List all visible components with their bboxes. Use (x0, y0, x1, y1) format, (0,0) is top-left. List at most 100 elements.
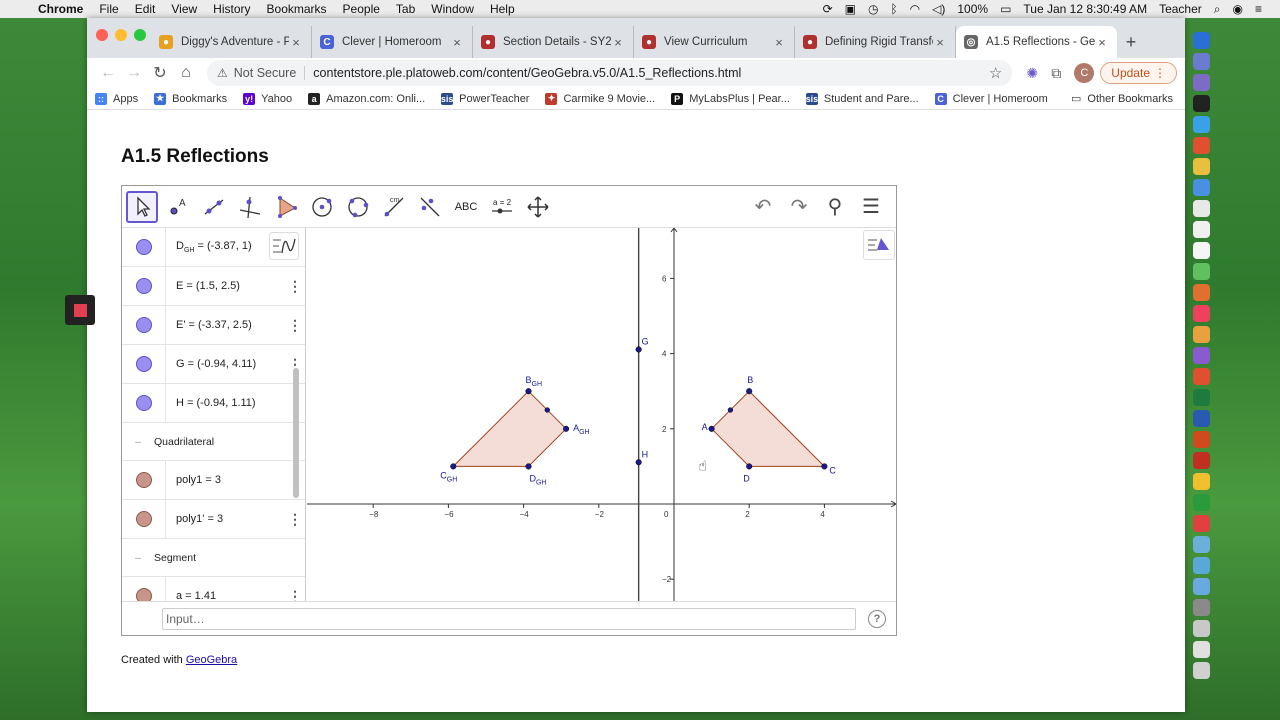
close-window-button[interactable] (96, 29, 108, 41)
dock-app-icon[interactable] (1192, 116, 1210, 133)
collapse-icon[interactable]: – (122, 436, 154, 448)
more-options-icon[interactable]: ⋮ (285, 278, 305, 295)
algebra-scrollbar[interactable] (293, 368, 299, 498)
visibility-toggle[interactable] (122, 228, 166, 267)
dock-app-icon[interactable] (1192, 368, 1210, 385)
bookmark-item[interactable]: P MyLabsPlus | Pear... (671, 92, 790, 105)
polygon-tool[interactable] (270, 191, 302, 223)
algebra-expression[interactable]: poly1 = 3 (166, 474, 285, 486)
reflect-tool[interactable] (414, 191, 446, 223)
algebra-row[interactable]: E = (1.5, 2.5) ⋮ (122, 266, 305, 306)
zoom-window-button[interactable] (134, 29, 146, 41)
browser-tab[interactable]: ● Section Details - SY20- × (473, 26, 634, 58)
geogebra-link[interactable]: GeoGebra (186, 654, 237, 666)
dock-app-icon[interactable] (1192, 263, 1210, 280)
text-tool[interactable]: ABC (450, 191, 482, 223)
dock-app-icon[interactable] (1192, 410, 1210, 427)
user-name[interactable]: Teacher (1153, 2, 1208, 16)
dock-app-icon[interactable] (1192, 641, 1210, 658)
tab-close-icon[interactable]: × (289, 35, 303, 50)
dock-app-icon[interactable] (1192, 536, 1210, 553)
minimize-window-button[interactable] (115, 29, 127, 41)
dock-app-icon[interactable] (1192, 620, 1210, 637)
visibility-toggle[interactable] (122, 305, 166, 345)
algebra-expression[interactable]: H = (-0.94, 1.11) (166, 397, 285, 409)
home-button[interactable]: ⌂ (173, 64, 199, 82)
redo-icon[interactable]: ↷ (786, 194, 812, 219)
dock-app-icon[interactable] (1192, 347, 1210, 364)
collapse-icon[interactable]: – (122, 552, 154, 564)
url-text[interactable]: contentstore.ple.platoweb.com/content/Ge… (313, 66, 989, 80)
dock-app-icon[interactable] (1192, 242, 1210, 259)
browser-tab[interactable]: ● Diggy's Adventure - Pixe× (151, 26, 312, 58)
more-options-icon[interactable]: ⋮ (285, 588, 305, 602)
dock-app-icon[interactable] (1192, 74, 1210, 91)
menu-help[interactable]: Help (482, 2, 523, 16)
extension-gear-icon[interactable]: ✺ (1020, 65, 1044, 82)
siri-icon[interactable]: ◉ (1227, 2, 1249, 16)
tab-close-icon[interactable]: × (450, 35, 464, 50)
algebra-row[interactable]: G = (-0.94, 4.11) ⋮ (122, 344, 305, 384)
display-icon[interactable]: ▣ (839, 2, 862, 16)
circle-tool[interactable] (306, 191, 338, 223)
algebra-expression[interactable]: poly1' = 3 (166, 513, 285, 525)
menu-file[interactable]: File (91, 2, 126, 16)
more-options-icon[interactable]: ⋮ (285, 511, 305, 528)
battery-icon[interactable]: ▭ (994, 2, 1017, 16)
visibility-toggle[interactable] (122, 499, 166, 539)
other-bookmarks[interactable]: ▭ Other Bookmarks (1071, 92, 1173, 106)
dock-app-icon[interactable] (1192, 32, 1210, 49)
algebra-row[interactable]: H = (-0.94, 1.11)⋮ (122, 383, 305, 423)
menu-tab[interactable]: Tab (388, 2, 423, 16)
wifi-icon[interactable]: ◠ (904, 2, 926, 16)
warning-icon[interactable]: ⚠ (217, 66, 228, 80)
dock-app-icon[interactable] (1192, 578, 1210, 595)
dock-app-icon[interactable] (1192, 452, 1210, 469)
graphics-style-bar-icon[interactable] (863, 230, 895, 260)
dock-app-icon[interactable] (1192, 431, 1210, 448)
tab-close-icon[interactable]: × (772, 35, 786, 50)
more-options-icon[interactable]: ⋮ (285, 317, 305, 334)
visibility-toggle[interactable] (122, 460, 166, 500)
help-icon[interactable]: ? (868, 610, 886, 628)
search-icon[interactable]: ⚲ (822, 194, 848, 219)
dock-app-icon[interactable] (1192, 95, 1210, 112)
dock-app-icon[interactable] (1192, 599, 1210, 616)
perpendicular-tool[interactable] (234, 191, 266, 223)
algebra-expression[interactable]: E' = (-3.37, 2.5) (166, 319, 285, 331)
dock-app-icon[interactable] (1192, 494, 1210, 511)
back-button[interactable]: ← (95, 64, 121, 82)
bookmark-item[interactable]: a Amazon.com: Onli... (308, 92, 425, 105)
graphics-view[interactable]: −8 −6 −4 −2 0 2 4 6 4 2 −2 A B C D AGH BGH CGH DGH G H ☝ (307, 227, 896, 601)
slider-tool[interactable]: a = 2 (486, 191, 518, 223)
bookmark-item[interactable]: sis Student and Pare... (806, 92, 919, 105)
dock-app-icon[interactable] (1192, 515, 1210, 532)
stop-recording-button[interactable] (65, 295, 95, 325)
move-graphics-tool[interactable] (522, 191, 554, 223)
notification-center-icon[interactable]: ≡ (1249, 2, 1268, 16)
hamburger-menu-icon[interactable]: ☰ (858, 194, 884, 219)
menu-view[interactable]: View (163, 2, 205, 16)
dock-app-icon[interactable] (1192, 179, 1210, 196)
bluetooth-icon[interactable]: ᛒ (884, 2, 903, 16)
dock-app-icon[interactable] (1192, 473, 1210, 490)
menu-history[interactable]: History (205, 2, 258, 16)
dock-app-icon[interactable] (1192, 200, 1210, 217)
dock-app-icon[interactable] (1192, 326, 1210, 343)
dock-app-icon[interactable] (1192, 221, 1210, 238)
segment-length-tool[interactable]: cm (378, 191, 410, 223)
algebra-row[interactable]: poly1 = 3⋮ (122, 460, 305, 500)
line-tool[interactable] (198, 191, 230, 223)
dock-app-icon[interactable] (1192, 158, 1210, 175)
security-label[interactable]: Not Secure (234, 66, 306, 80)
dock-app-icon[interactable] (1192, 137, 1210, 154)
forward-button[interactable]: → (121, 64, 147, 82)
extensions-puzzle-icon[interactable]: ⧉ (1044, 65, 1068, 82)
visibility-toggle[interactable] (122, 576, 166, 601)
dock-app-icon[interactable] (1192, 305, 1210, 322)
tab-close-icon[interactable]: × (611, 35, 625, 50)
bookmark-item[interactable]: C Clever | Homeroom (934, 92, 1048, 105)
algebra-group-header[interactable]: – Segment (122, 539, 305, 577)
point-tool[interactable]: A (162, 191, 194, 223)
menu-app-name[interactable]: Chrome (30, 2, 91, 16)
